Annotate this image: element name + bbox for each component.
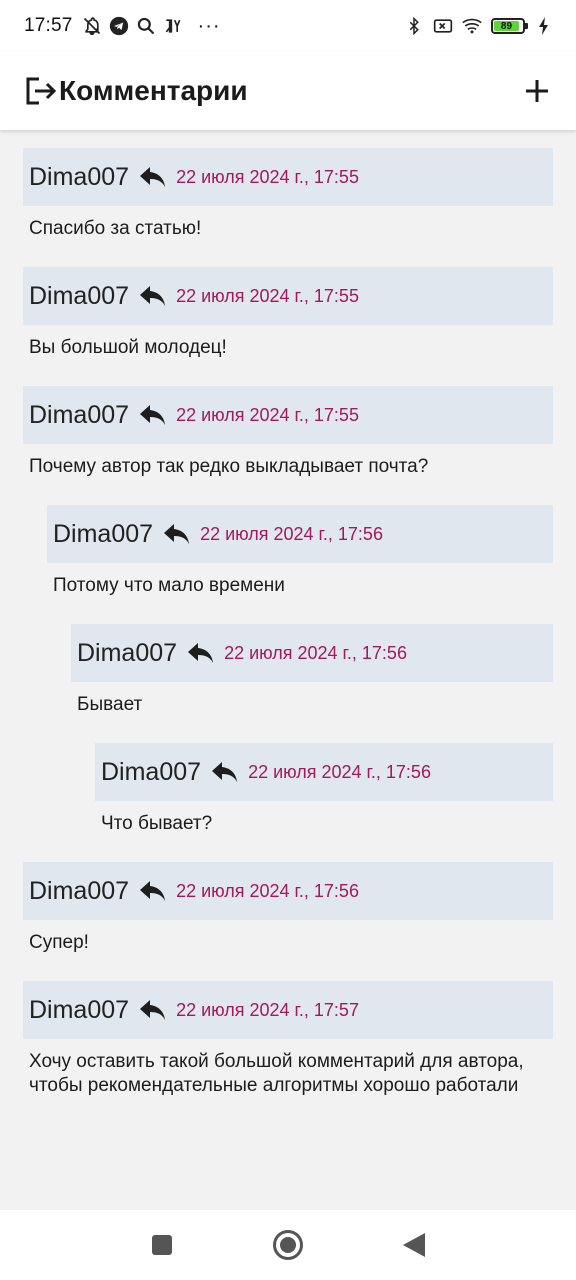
battery-icon: 89 bbox=[491, 18, 528, 34]
comment-author[interactable]: Dima007 bbox=[29, 282, 129, 311]
comment-text: Бывает bbox=[77, 694, 143, 715]
comment-date: 22 июля 2024 г., 17:57 bbox=[176, 999, 359, 1020]
comment-text: Потому что мало времени bbox=[53, 575, 285, 596]
no-sim-icon bbox=[433, 16, 453, 36]
comment-header: Dima007 22 июля 2024 г., 17:55 bbox=[23, 386, 553, 444]
battery-level: 89 bbox=[494, 21, 519, 32]
comment-author[interactable]: Dima007 bbox=[77, 639, 177, 668]
reply-icon bbox=[164, 524, 190, 544]
exit-arrow-icon bbox=[26, 77, 57, 105]
comment-date: 22 июля 2024 г., 17:56 bbox=[224, 642, 407, 663]
home-circle-icon bbox=[273, 1230, 303, 1260]
reply-icon bbox=[188, 643, 214, 663]
reply-icon bbox=[140, 881, 166, 901]
back-button[interactable] bbox=[398, 1229, 430, 1261]
comment-item: Dima007 22 июля 2024 г., 17:56 Потому чт… bbox=[0, 505, 576, 598]
comment-header: Dima007 22 июля 2024 г., 17:55 bbox=[23, 267, 553, 325]
home-button[interactable] bbox=[272, 1229, 304, 1261]
comment-header: Dima007 22 июля 2024 г., 17:56 bbox=[95, 743, 553, 801]
reply-button[interactable] bbox=[162, 521, 192, 547]
reply-button[interactable] bbox=[138, 402, 168, 428]
comment-item: Dima007 22 июля 2024 г., 17:55 Вы большо… bbox=[0, 267, 576, 360]
comment-item: Dima007 22 июля 2024 г., 17:55 Спасибо з… bbox=[0, 148, 576, 241]
reply-icon bbox=[140, 167, 166, 187]
back-triangle-icon bbox=[403, 1233, 425, 1257]
wifi-icon bbox=[462, 16, 482, 36]
recents-button[interactable] bbox=[146, 1229, 178, 1261]
comment-header: Dima007 22 июля 2024 г., 17:56 bbox=[23, 862, 553, 920]
comment-author[interactable]: Dima007 bbox=[29, 877, 129, 906]
reply-icon bbox=[140, 405, 166, 425]
reply-button[interactable] bbox=[138, 283, 168, 309]
comment-text: Вы большой молодец! bbox=[29, 337, 227, 358]
comment-item: Dima007 22 июля 2024 г., 17:55 Почему ав… bbox=[0, 386, 576, 479]
reply-button[interactable] bbox=[138, 878, 168, 904]
telegram-icon bbox=[109, 16, 129, 36]
comment-item: Dima007 22 июля 2024 г., 17:56 Супер! bbox=[0, 862, 576, 955]
reply-button[interactable] bbox=[186, 640, 216, 666]
comment-text: Почему автор так редко выкладывает почта… bbox=[29, 456, 429, 477]
exit-button[interactable] bbox=[24, 74, 58, 108]
add-comment-button[interactable] bbox=[522, 76, 552, 106]
bell-off-icon bbox=[82, 16, 102, 36]
page-title: Комментарии bbox=[59, 75, 248, 106]
comment-text: Что бывает? bbox=[101, 813, 213, 834]
comment-date: 22 июля 2024 г., 17:55 bbox=[176, 285, 359, 306]
charging-icon bbox=[534, 16, 554, 36]
comment-date: 22 июля 2024 г., 17:55 bbox=[176, 404, 359, 425]
comment-header: Dima007 22 июля 2024 г., 17:56 bbox=[47, 505, 553, 563]
comment-author[interactable]: Dima007 bbox=[29, 163, 129, 192]
comment-item: Dima007 22 июля 2024 г., 17:56 Бывает bbox=[0, 624, 576, 717]
comment-date: 22 июля 2024 г., 17:56 bbox=[248, 761, 431, 782]
comment-text: Спасибо за статью! bbox=[29, 218, 202, 239]
status-bar: 17:57 ··· 89 bbox=[0, 0, 576, 52]
comment-list[interactable]: Dima007 22 июля 2024 г., 17:55 Спасибо з… bbox=[0, 130, 576, 1210]
comment-author[interactable]: Dima007 bbox=[101, 758, 201, 787]
yandex-icon bbox=[163, 16, 183, 36]
reply-icon bbox=[140, 286, 166, 306]
comment-date: 22 июля 2024 г., 17:55 bbox=[176, 166, 359, 187]
comment-author[interactable]: Dima007 bbox=[53, 520, 153, 549]
comment-author[interactable]: Dima007 bbox=[29, 401, 129, 430]
comment-text: Супер! bbox=[29, 932, 89, 953]
reply-button[interactable] bbox=[138, 997, 168, 1023]
comment-header: Dima007 22 июля 2024 г., 17:56 bbox=[71, 624, 553, 682]
comment-header: Dima007 22 июля 2024 г., 17:57 bbox=[23, 981, 553, 1039]
comment-item: Dima007 22 июля 2024 г., 17:56 Что бывае… bbox=[0, 743, 576, 836]
reply-icon bbox=[212, 762, 238, 782]
comment-header: Dima007 22 июля 2024 г., 17:55 bbox=[23, 148, 553, 206]
status-time: 17:57 bbox=[24, 15, 73, 36]
search-icon bbox=[136, 16, 156, 36]
reply-icon bbox=[140, 1000, 166, 1020]
comment-item: Dima007 22 июля 2024 г., 17:57 Хочу оста… bbox=[0, 981, 576, 1098]
plus-icon bbox=[526, 80, 548, 102]
comment-text: Хочу оставить такой большой комментарий … bbox=[29, 1051, 524, 1096]
reply-button[interactable] bbox=[210, 759, 240, 785]
recents-square-icon bbox=[152, 1235, 172, 1255]
bluetooth-icon bbox=[404, 16, 424, 36]
system-nav-bar bbox=[0, 1210, 576, 1280]
comment-date: 22 июля 2024 г., 17:56 bbox=[176, 880, 359, 901]
reply-button[interactable] bbox=[138, 164, 168, 190]
more-dots-icon: ··· bbox=[197, 14, 221, 37]
comment-date: 22 июля 2024 г., 17:56 bbox=[200, 523, 383, 544]
app-bar: Комментарии bbox=[0, 52, 576, 130]
comment-author[interactable]: Dima007 bbox=[29, 996, 129, 1025]
